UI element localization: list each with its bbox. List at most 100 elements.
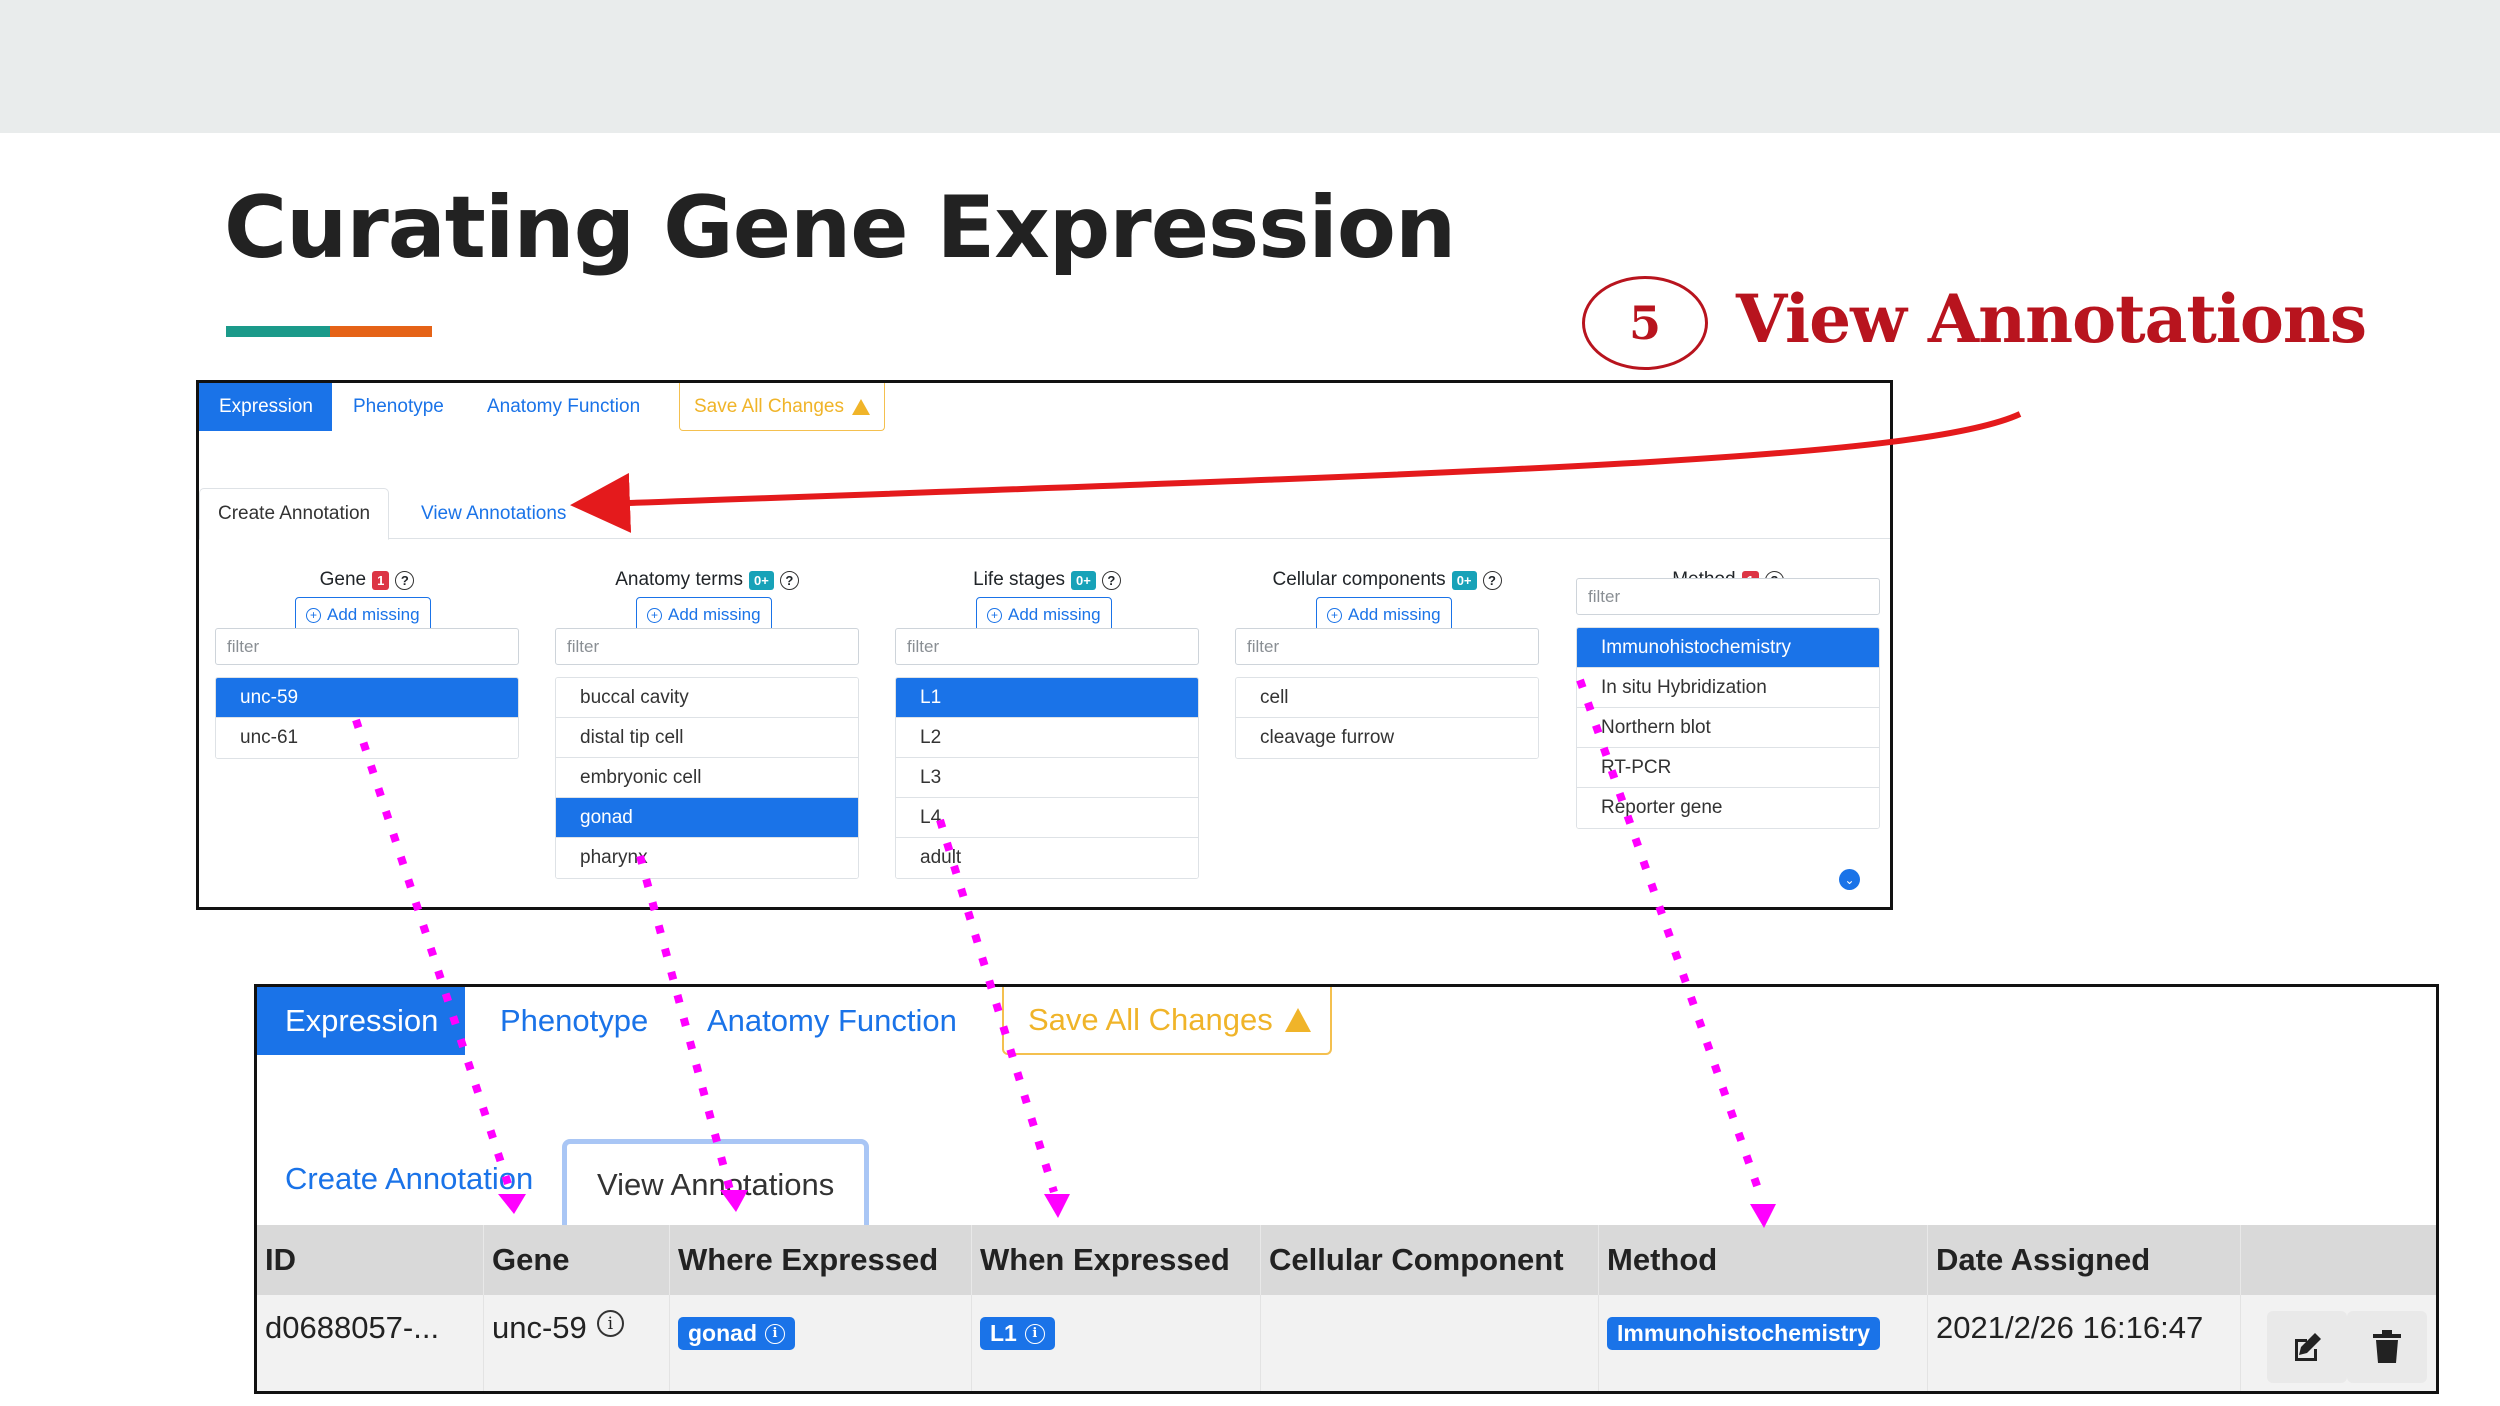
anatomy-count-badge: 0+ [748,570,774,590]
tab-anatomy-function[interactable]: Anatomy Function [467,383,660,431]
list-item[interactable]: unc-59 [216,678,518,718]
subtab-create-annotation[interactable]: Create Annotation [199,488,390,540]
view-annotations-screenshot: Expression Phenotype Anatomy Function Sa… [254,984,2439,1394]
annotations-table-header: ID Gene Where Expressed When Expressed C… [257,1225,2436,1295]
list-item[interactable]: In situ Hybridization [1577,668,1879,708]
save-all-changes-button[interactable]: Save All Changes [1002,987,1332,1055]
method-badge[interactable]: Immunohistochemistry [1607,1317,1881,1350]
help-icon[interactable]: ? [395,570,415,590]
plus-circle-icon: + [306,607,321,623]
subtab-create-annotation[interactable]: Create Annotation [285,1144,533,1214]
anatomy-header: Anatomy terms 0+ ? [555,569,859,591]
when-expressed-badge[interactable]: L1 i [980,1317,1055,1350]
life-stages-count-badge: 0+ [1071,570,1096,590]
table-row: d0688057-... unc-59 i gonad i L1 i Immun… [257,1295,2436,1391]
cellular-filter-input[interactable]: filter [1235,628,1539,665]
life-stages-list: L1 L2 L3 L4 adult [895,677,1199,879]
plus-circle-icon: + [647,607,662,623]
slide-title: Curating Gene Expression [224,178,1456,278]
cell-method: Immunohistochemistry [1599,1295,1928,1391]
anatomy-list: buccal cavity distal tip cell embryonic … [555,677,859,879]
col-gene[interactable]: Gene [484,1225,670,1295]
list-item[interactable]: Immunohistochemistry [1577,628,1879,668]
tab-phenotype[interactable]: Phenotype [472,987,676,1055]
list-item[interactable]: L2 [896,718,1198,758]
subtab-view-annotations[interactable]: View Annotations [562,1139,870,1225]
save-all-changes-label: Save All Changes [694,395,844,417]
list-item[interactable]: L3 [896,758,1198,798]
list-item[interactable]: embryonic cell [556,758,858,798]
gene-label: Gene [319,569,367,590]
list-item[interactable]: RT-PCR [1577,748,1879,788]
col-date-assigned[interactable]: Date Assigned [1928,1225,2241,1295]
cellular-label: Cellular components [1272,569,1446,590]
col-id[interactable]: ID [257,1225,484,1295]
method-list: Immunohistochemistry In situ Hybridizati… [1576,627,1880,829]
chevron-down-icon[interactable]: ⌄ [1839,869,1860,890]
cellular-header: Cellular components 0+ ? [1235,569,1539,591]
warning-icon [852,398,870,415]
info-icon[interactable]: i [596,1310,624,1337]
where-expressed-value: gonad [688,1320,757,1346]
list-item[interactable]: Reporter gene [1577,788,1879,828]
list-item[interactable]: cell [1236,678,1538,718]
cell-where-expressed: gonad i [670,1295,972,1391]
tab-expression[interactable]: Expression [257,987,465,1055]
add-missing-label: Add missing [1008,605,1101,624]
anatomy-label: Anatomy terms [615,569,743,590]
tab-expression[interactable]: Expression [199,383,332,431]
add-missing-label: Add missing [327,605,420,624]
list-item[interactable]: pharynx [556,838,858,878]
gene-list: unc-59 unc-61 [215,677,519,759]
life-stages-header: Life stages 0+ ? [895,569,1199,591]
life-stages-label: Life stages [973,569,1066,590]
cell-when-expressed: L1 i [972,1295,1261,1391]
step-number-circle: 5 [1582,276,1708,370]
create-annotation-screenshot: Expression Phenotype Anatomy Function Sa… [196,380,1893,910]
list-item[interactable]: L4 [896,798,1198,838]
list-item[interactable]: distal tip cell [556,718,858,758]
save-all-changes-label: Save All Changes [1028,1002,1273,1037]
gene-value: unc-59 [492,1310,587,1345]
warning-icon [1284,1008,1311,1032]
cell-date-assigned: 2021/2/26 16:16:47 [1928,1295,2241,1391]
trash-icon [2373,1330,2401,1363]
delete-button[interactable] [2347,1311,2427,1383]
title-rule-orange [330,326,432,337]
cell-gene: unc-59 i [484,1295,670,1391]
help-icon[interactable]: ? [779,570,799,590]
edit-button[interactable] [2267,1311,2347,1383]
gene-header: Gene 1 ? [215,569,519,591]
cellular-count-badge: 0+ [1451,570,1477,590]
info-icon: i [765,1323,785,1344]
plus-circle-icon: + [987,607,1002,623]
where-expressed-badge[interactable]: gonad i [678,1317,795,1350]
col-method[interactable]: Method [1599,1225,1928,1295]
gene-filter-input[interactable]: filter [215,628,519,665]
tab-phenotype[interactable]: Phenotype [333,383,464,431]
edit-icon [2295,1333,2321,1361]
help-icon[interactable]: ? [1101,570,1121,590]
col-when-expressed[interactable]: When Expressed [972,1225,1261,1295]
save-all-changes-button[interactable]: Save All Changes [679,383,885,431]
list-item[interactable]: gonad [556,798,858,838]
method-filter-input[interactable]: filter [1576,578,1880,615]
col-where-expressed[interactable]: Where Expressed [670,1225,972,1295]
list-item[interactable]: buccal cavity [556,678,858,718]
list-item[interactable]: cleavage furrow [1236,718,1538,758]
life-stages-filter-input[interactable]: filter [895,628,1199,665]
anatomy-filter-input[interactable]: filter [555,628,859,665]
col-actions [2241,1225,2436,1295]
gene-count-badge: 1 [372,570,390,590]
list-item[interactable]: unc-61 [216,718,518,758]
tab-anatomy-function[interactable]: Anatomy Function [679,987,985,1055]
help-icon[interactable]: ? [1482,570,1502,590]
title-rule-teal [226,326,330,337]
list-item[interactable]: adult [896,838,1198,878]
col-cellular-component[interactable]: Cellular Component [1261,1225,1599,1295]
add-missing-label: Add missing [1348,605,1441,624]
subtab-view-annotations[interactable]: View Annotations [403,488,584,540]
cell-id: d0688057-... [257,1295,484,1391]
list-item[interactable]: L1 [896,678,1198,718]
list-item[interactable]: Northern blot [1577,708,1879,748]
